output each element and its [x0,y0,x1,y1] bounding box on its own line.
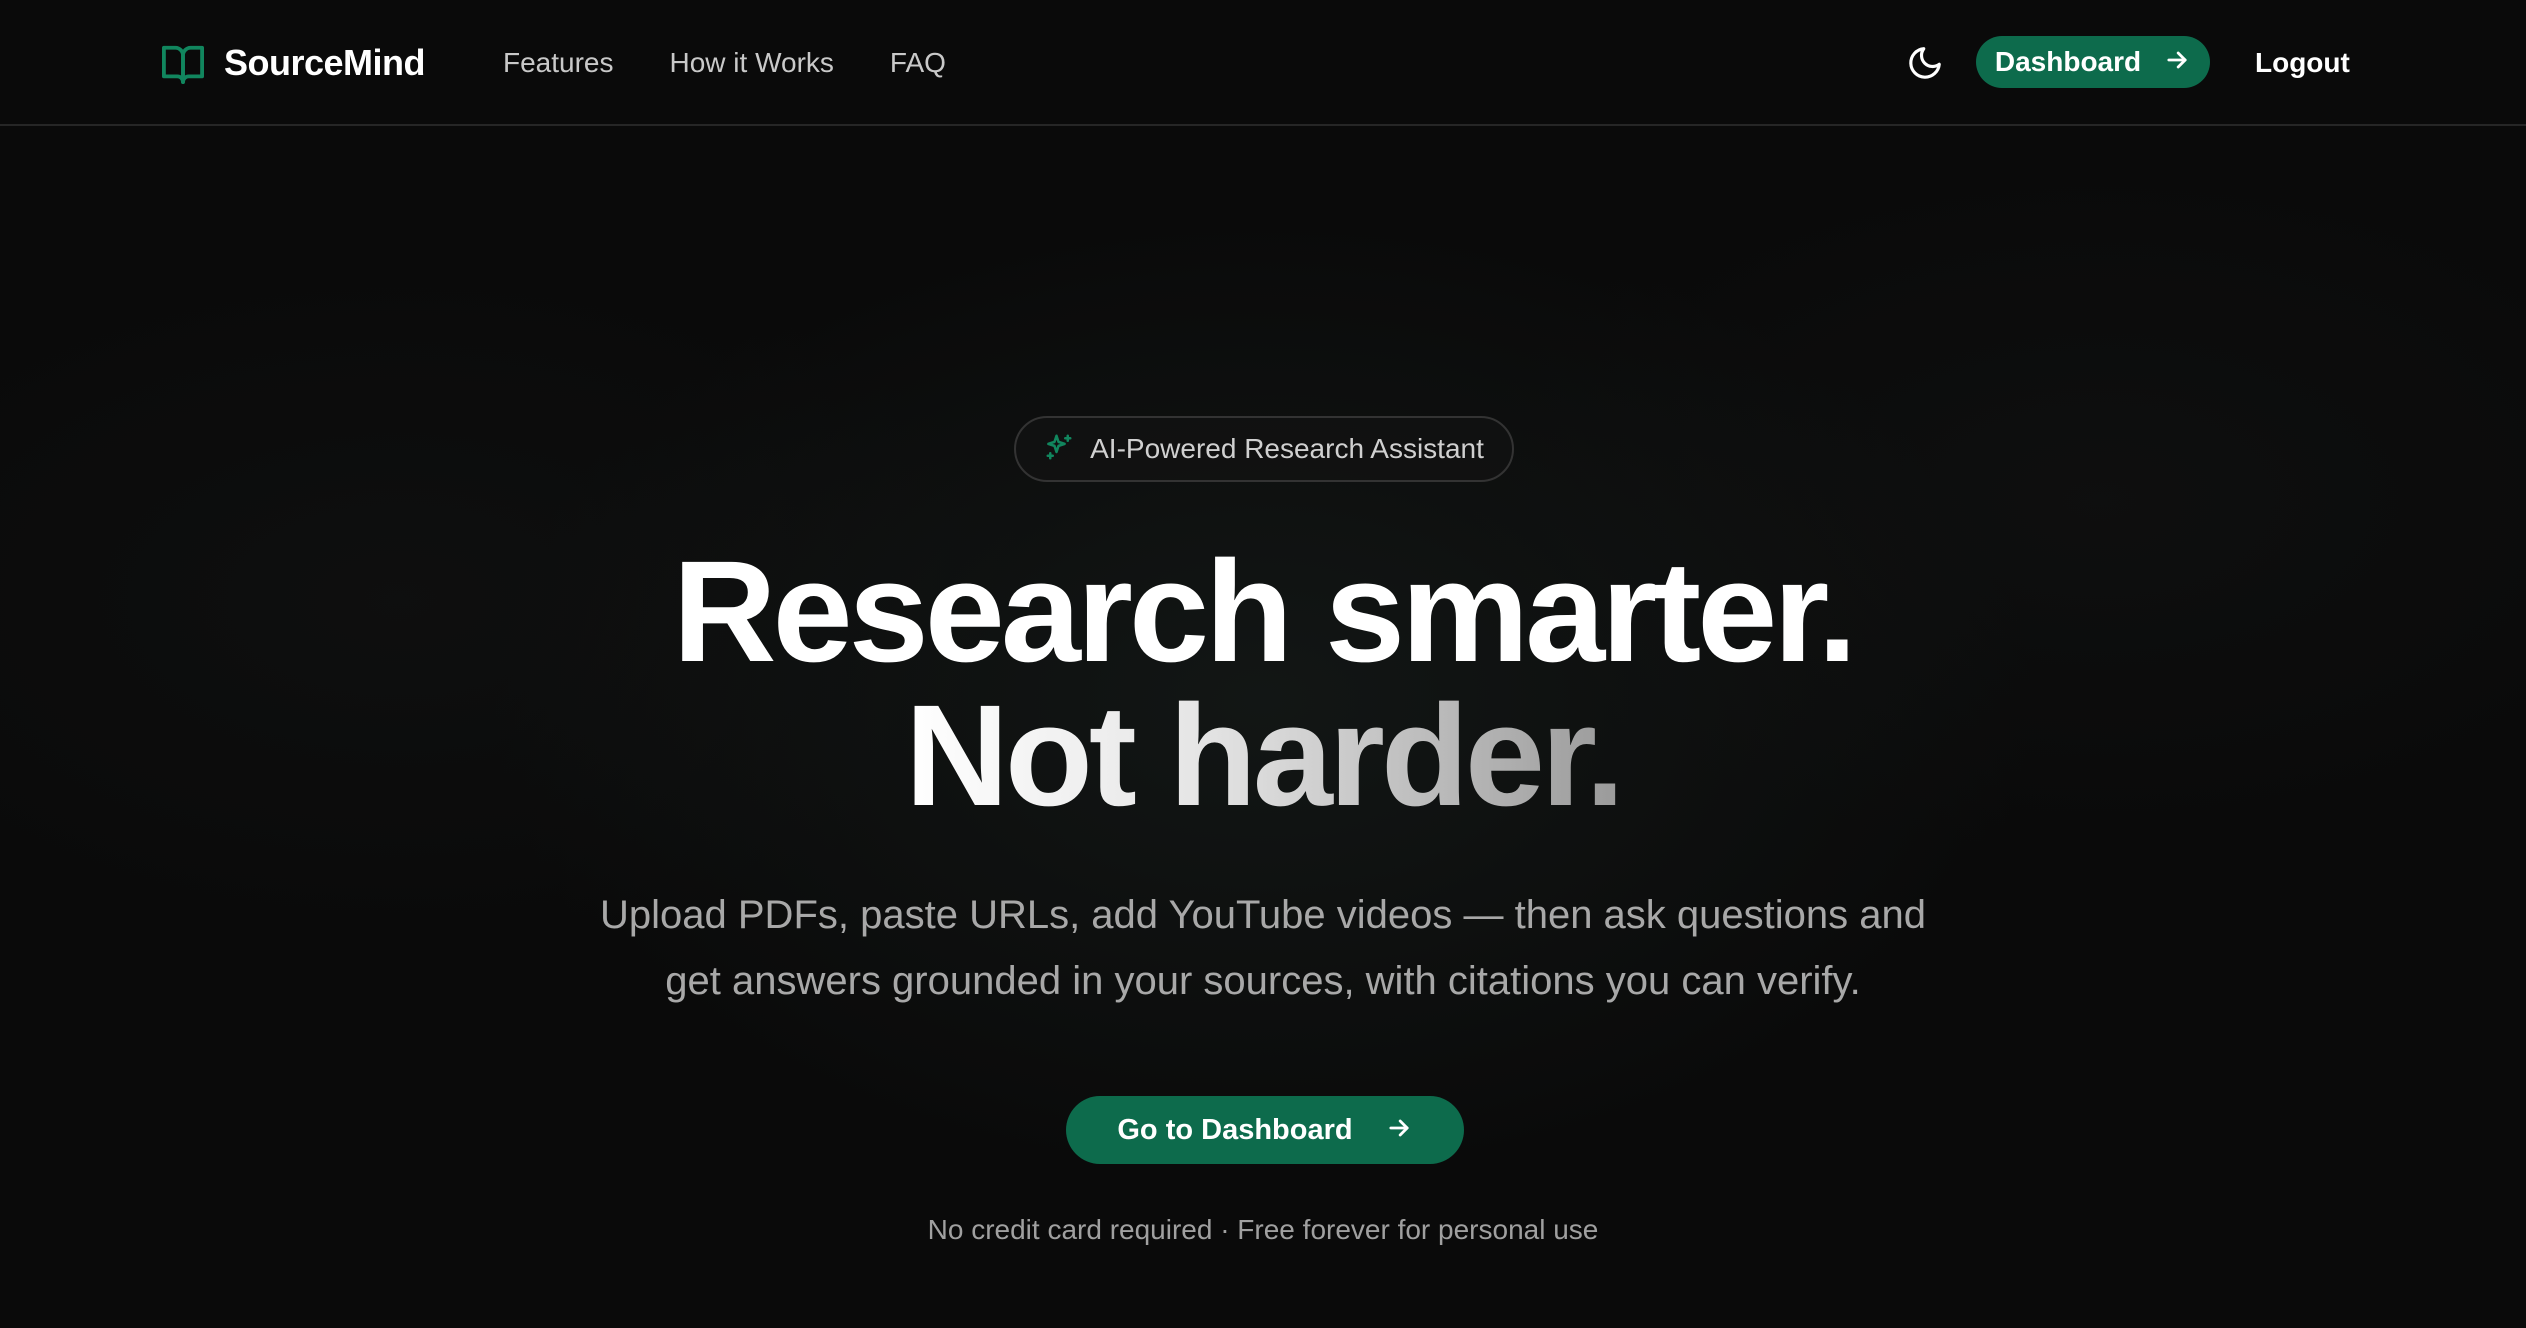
dashboard-button-label: Dashboard [1994,46,2142,77]
cta-label: Go to Dashboard [1117,1113,1353,1146]
brand-name: SourceMind [224,42,426,83]
top-navbar: SourceMind Features How it Works FAQ Das… [0,0,2526,126]
headline-line-1: Research smarter. [672,531,1858,692]
nav-links: Features How it Works FAQ [503,40,946,86]
subtitle-line-2: get answers grounded in your sources, wi… [665,959,1861,1003]
sparkles-icon [1044,432,1074,467]
nav-link-faq[interactable]: FAQ [890,47,946,79]
hero-headline: Research smarter. Not harder. [0,540,2526,828]
badge-label: AI-Powered Research Assistant [1090,433,1484,464]
subtitle-line-1: Upload PDFs, paste URLs, add YouTube vid… [600,893,1926,937]
logout-button[interactable]: Logout [2255,40,2350,86]
brand-logo[interactable]: SourceMind [160,36,426,90]
dashboard-button[interactable]: Dashboard [1976,36,2210,88]
arrow-right-icon [1385,1114,1413,1147]
go-to-dashboard-button[interactable]: Go to Dashboard [1066,1096,1464,1164]
hero-subtitle: Upload PDFs, paste URLs, add YouTube vid… [463,882,2063,1014]
arrow-right-icon [2163,46,2191,79]
nav-link-how-it-works[interactable]: How it Works [670,47,834,79]
nav-link-features[interactable]: Features [503,47,614,79]
feature-badge: AI-Powered Research Assistant [1014,416,1514,482]
theme-toggle-button[interactable] [1906,44,1944,82]
moon-icon [1906,47,1944,86]
book-open-icon [160,42,206,84]
hero-footnote: No credit card required · Free forever f… [927,1214,1599,1245]
headline-line-2: Not harder. [904,675,1625,836]
